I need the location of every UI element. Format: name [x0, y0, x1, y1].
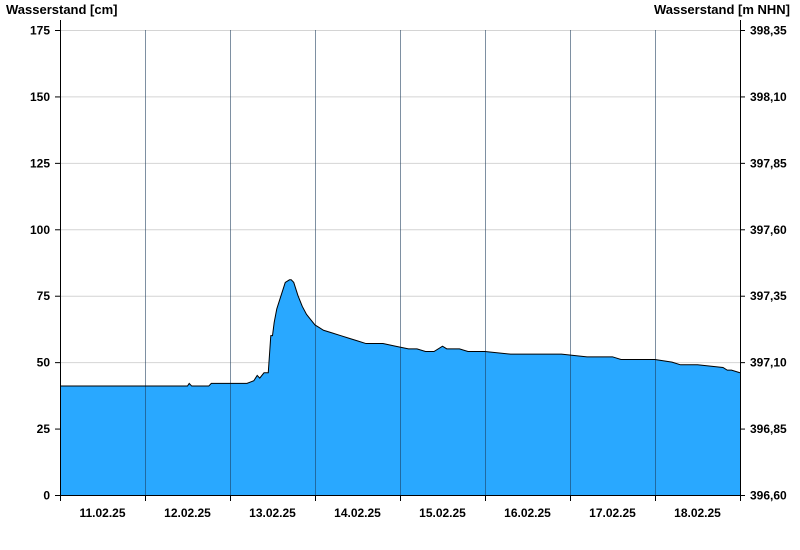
y-tick-label-right: 397,60 [750, 223, 787, 237]
x-tick-label: 11.02.25 [79, 506, 125, 520]
water-level-chart: 0 396,60 25 396,85 50 397,10 75 397,35 100 397,60… [30, 20, 787, 520]
water-level-area [60, 279, 740, 495]
y-tick-label-right: 398,10 [750, 90, 787, 104]
y-tick-label-left: 100 [30, 223, 50, 237]
y-tick-label-left: 50 [37, 356, 51, 370]
x-tick-label: 12.02.25 [164, 506, 211, 520]
y-tick-label-left: 0 [43, 489, 50, 503]
y-tick-label-right: 397,10 [750, 356, 787, 370]
y-tick-label-left: 75 [37, 289, 51, 303]
y-tick-label-right: 396,60 [750, 489, 787, 503]
y-tick-label-right: 397,85 [750, 156, 787, 170]
x-tick-label: 15.02.25 [419, 506, 466, 520]
y-tick-label-right: 398,35 [750, 24, 787, 38]
y-tick-label-left: 150 [30, 90, 50, 104]
y-tick-label-right: 397,35 [750, 289, 787, 303]
y-tick-label-left: 25 [37, 422, 51, 436]
x-tick-label: 18.02.25 [674, 506, 721, 520]
y-tick-label-left: 125 [30, 156, 50, 170]
x-tick-label: 14.02.25 [334, 506, 381, 520]
x-tick-label: 17.02.25 [589, 506, 636, 520]
y-tick-label-right: 396,85 [750, 422, 787, 436]
x-tick-label: 16.02.25 [504, 506, 551, 520]
y-tick-label-left: 175 [30, 24, 50, 38]
x-tick-label: 13.02.25 [249, 506, 296, 520]
